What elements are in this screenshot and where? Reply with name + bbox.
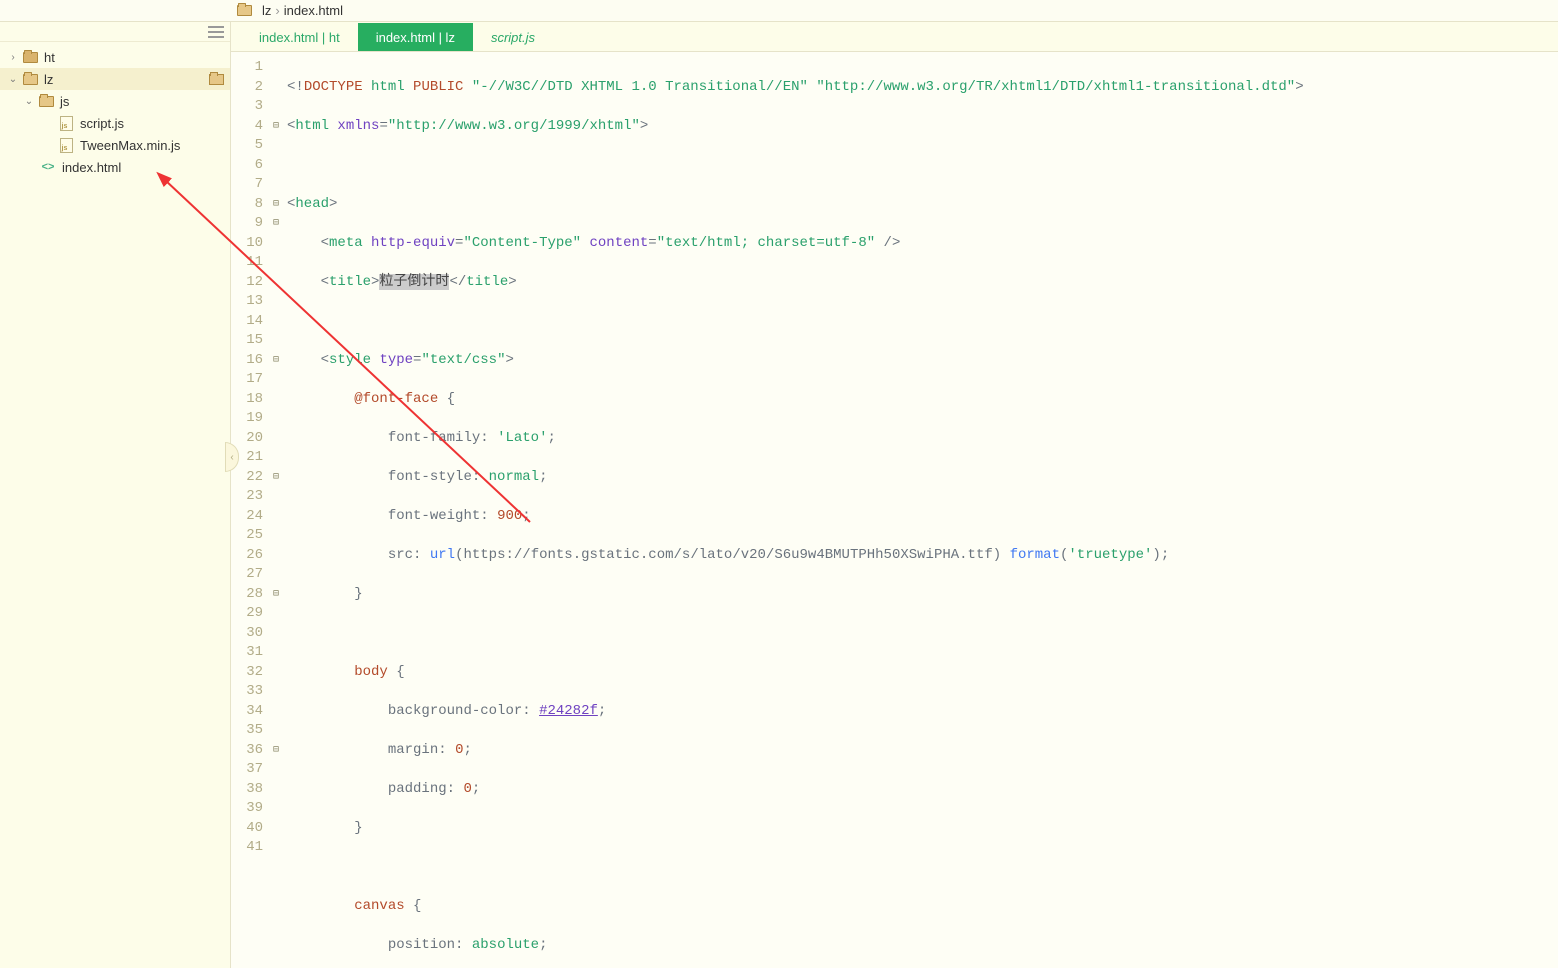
fold-gutter[interactable]: ⊟⊟⊟⊟⊟⊟⊟	[269, 52, 283, 968]
menu-icon[interactable]	[208, 26, 224, 38]
tree-label: TweenMax.min.js	[80, 138, 180, 153]
folder-icon	[22, 71, 38, 87]
top-toolbar: lz › index.html	[0, 0, 1558, 22]
tree-label: js	[60, 94, 69, 109]
chevron-down-icon[interactable]: ⌄	[6, 74, 20, 85]
js-file-icon	[58, 137, 74, 153]
folder-icon	[38, 93, 54, 109]
folder-icon	[236, 3, 252, 19]
line-gutter: 1234567891011121314151617181920212223242…	[231, 52, 269, 968]
html-file-icon: <>	[40, 161, 56, 173]
tab-index-lz[interactable]: index.html | lz	[358, 23, 473, 51]
folder-icon	[22, 49, 38, 65]
editor-panel: index.html | ht index.html | lz script.j…	[231, 22, 1558, 968]
editor-tabs: index.html | ht index.html | lz script.j…	[231, 22, 1558, 52]
file-explorer: › ht ⌄ lz ⌄ js	[0, 22, 231, 968]
folder-open-icon	[209, 74, 224, 85]
app-root: lz › index.html › ht ⌄ lz	[0, 0, 1558, 968]
tree-label: script.js	[80, 116, 124, 131]
tree-label: index.html	[62, 160, 121, 175]
tree-label: lz	[44, 72, 53, 87]
breadcrumb-file: index.html	[284, 3, 343, 18]
tab-index-ht[interactable]: index.html | ht	[241, 23, 358, 51]
tree-file-index[interactable]: <> index.html	[0, 156, 230, 178]
sidebar-header	[0, 22, 230, 42]
tree-folder-lz[interactable]: ⌄ lz	[0, 68, 230, 90]
chevron-right-icon[interactable]: ›	[6, 52, 20, 63]
code-content[interactable]: <!DOCTYPE html PUBLIC "-//W3C//DTD XHTML…	[283, 52, 1558, 968]
breadcrumb-folder: lz	[262, 3, 271, 18]
tree-folder-js[interactable]: ⌄ js	[0, 90, 230, 112]
tree-file-tween[interactable]: TweenMax.min.js	[0, 134, 230, 156]
code-area[interactable]: 1234567891011121314151617181920212223242…	[231, 52, 1558, 968]
tree-file-script[interactable]: script.js	[0, 112, 230, 134]
tab-script-js[interactable]: script.js	[473, 23, 553, 51]
selected-text: 粒子倒计时	[379, 274, 449, 290]
js-file-icon	[58, 115, 74, 131]
chevron-right-icon: ›	[275, 3, 279, 18]
main-area: › ht ⌄ lz ⌄ js	[0, 22, 1558, 968]
tree-folder-ht[interactable]: › ht	[0, 46, 230, 68]
chevron-down-icon[interactable]: ⌄	[22, 96, 36, 107]
file-tree: › ht ⌄ lz ⌄ js	[0, 42, 230, 968]
tree-label: ht	[44, 50, 55, 65]
breadcrumb: lz › index.html	[236, 3, 343, 19]
